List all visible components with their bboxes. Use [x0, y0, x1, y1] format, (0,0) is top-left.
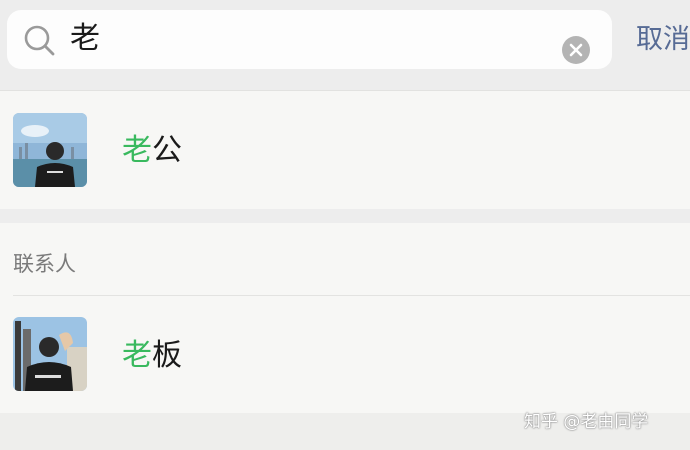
clear-icon[interactable]: [561, 35, 591, 65]
contact-row[interactable]: 老板: [0, 296, 690, 401]
section-header-contacts: 联系人: [13, 252, 76, 276]
name-highlight: 老: [122, 338, 152, 373]
avatar-photo-city-icon: [13, 317, 87, 391]
search-icon: [24, 25, 55, 56]
avatar: [13, 113, 87, 187]
contact-row-top-hit[interactable]: 老公: [0, 91, 690, 196]
avatar-photo-beach-icon: [13, 113, 87, 187]
name-rest: 板: [152, 338, 182, 373]
avatar: [13, 317, 87, 391]
cancel-button[interactable]: 取消: [636, 20, 690, 60]
search-query-text[interactable]: 老: [70, 18, 100, 60]
name-highlight: 老: [122, 133, 152, 168]
contact-name: 老板: [122, 336, 182, 376]
search-input[interactable]: 老: [7, 10, 612, 69]
search-bar: 老 取消: [0, 0, 690, 82]
contacts-section: 联系人 老板: [0, 223, 690, 413]
contact-name: 老公: [122, 131, 182, 171]
name-rest: 公: [152, 133, 182, 168]
watermark: 知乎 @老由同学: [524, 412, 649, 432]
top-hit-section: 老公: [0, 90, 690, 209]
